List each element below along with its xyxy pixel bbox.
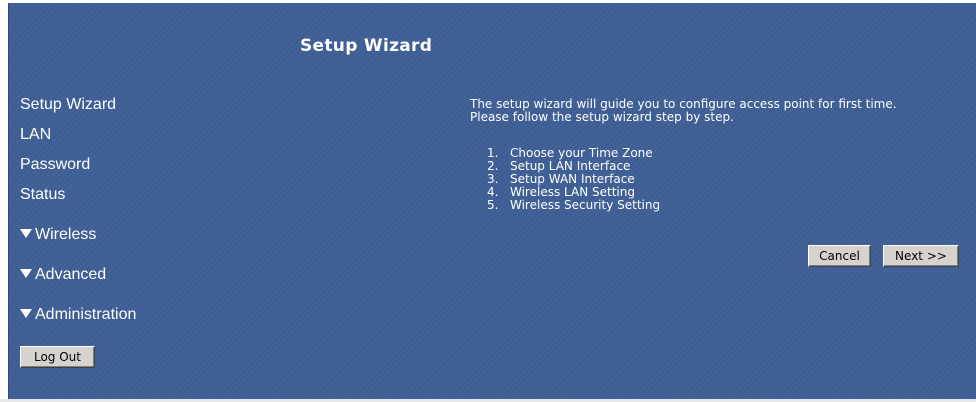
sidebar-item-label: Status [20, 186, 66, 203]
wizard-steps-list: 1. Choose your Time Zone 2. Setup LAN Inte… [487, 147, 660, 212]
triangle-down-icon [20, 309, 32, 318]
wizard-intro: The setup wizard will guide you to confi… [470, 98, 897, 124]
page-title: Setup Wizard [300, 36, 433, 56]
intro-line: Please follow the setup wizard step by s… [470, 110, 734, 124]
triangle-down-icon [20, 229, 32, 238]
cancel-button[interactable]: Cancel [808, 245, 871, 267]
step-label: Setup WAN Interface [510, 172, 635, 186]
list-item: 5. Wireless Security Setting [487, 199, 660, 212]
sidebar-item-label: Advanced [35, 266, 107, 283]
step-label: Choose your Time Zone [510, 146, 653, 160]
logout-button[interactable]: Log Out [20, 346, 95, 368]
sidebar-item-setup-wizard[interactable]: Setup Wizard [20, 96, 116, 114]
sidebar-item-status[interactable]: Status [20, 186, 65, 204]
step-label: Setup LAN Interface [510, 159, 631, 173]
step-label: Wireless LAN Setting [510, 185, 635, 199]
sidebar-item-label: Setup Wizard [20, 96, 117, 113]
sidebar-item-password[interactable]: Password [20, 156, 90, 174]
step-label: Wireless Security Setting [510, 198, 661, 212]
sidebar-item-advanced[interactable]: Advanced [20, 266, 106, 284]
step-number: 5. [487, 198, 499, 212]
sidebar-item-lan[interactable]: LAN [20, 126, 51, 144]
sidebar-item-label: LAN [20, 126, 52, 143]
triangle-down-icon [20, 269, 32, 278]
sidebar-item-administration[interactable]: Administration [20, 306, 136, 324]
next-button[interactable]: Next >> [883, 245, 959, 267]
sidebar-item-label: Password [20, 156, 91, 173]
page-frame: Setup Wizard Setup Wizard LAN Password S… [0, 0, 976, 402]
sidebar-item-label: Administration [35, 306, 137, 323]
sidebar-item-label: Wireless [35, 226, 97, 243]
sidebar-item-wireless[interactable]: Wireless [20, 226, 96, 244]
